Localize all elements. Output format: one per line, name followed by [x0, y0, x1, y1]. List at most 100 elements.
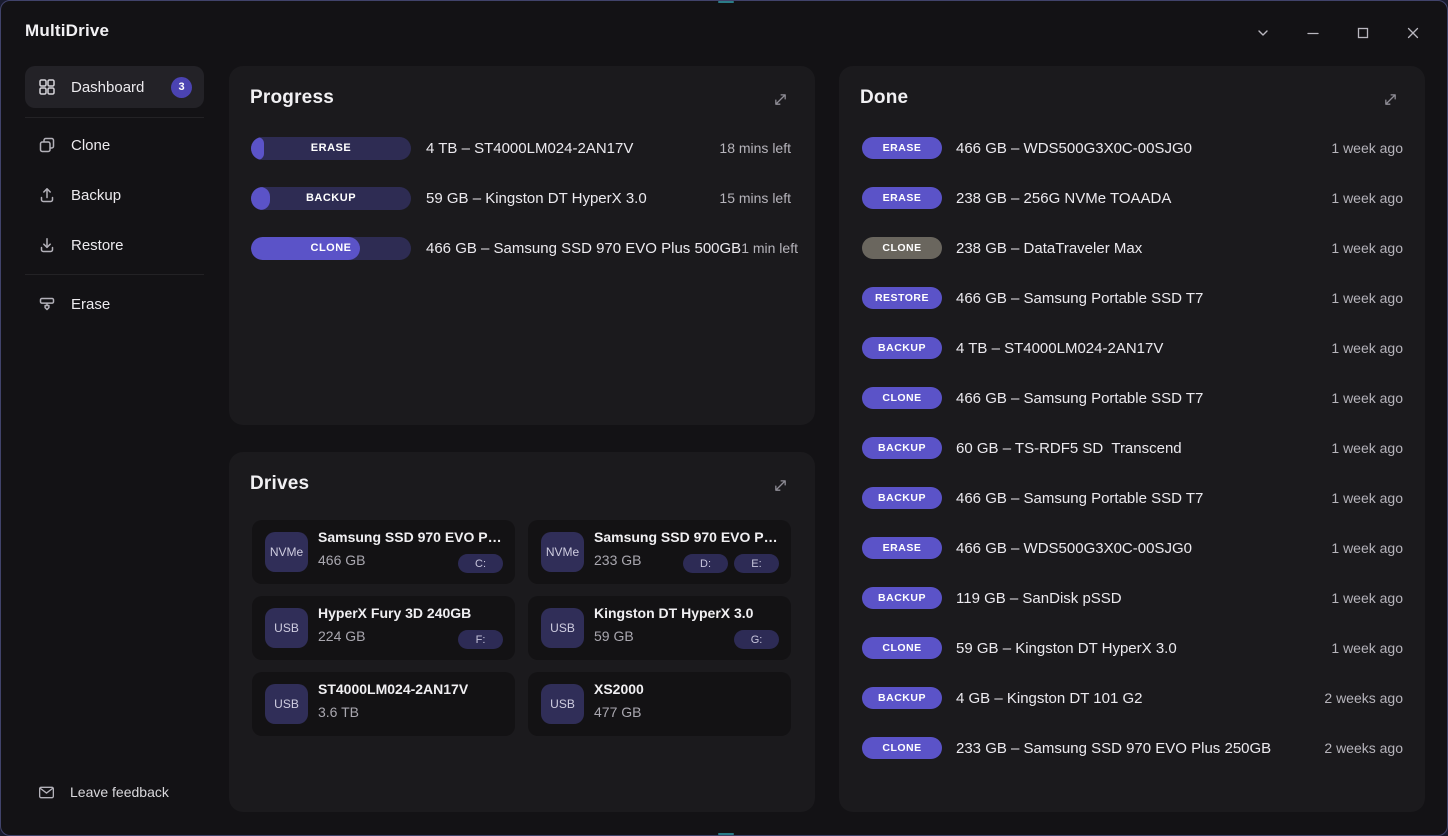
progress-row: CLONE 466 GB – Samsung SSD 970 EVO Plus …	[251, 223, 791, 273]
sidebar-divider	[25, 274, 204, 275]
completed-time: 1 week ago	[1331, 640, 1403, 656]
completed-time: 2 weeks ago	[1324, 740, 1403, 756]
drive-name: 466 GB – Samsung Portable SSD T7	[956, 490, 1203, 507]
drive-letters: D: E:	[683, 554, 779, 573]
progress-panel: Progress ERASE 4 TB – ST4000LM024-2AN17V…	[229, 66, 815, 425]
drive-card[interactable]: NVMe Samsung SSD 970 EVO Pl… 466 GB C:	[252, 520, 515, 584]
dashboard-count-badge: 3	[171, 77, 192, 98]
drive-letter-pill: E:	[734, 554, 779, 573]
completed-time: 1 week ago	[1331, 490, 1403, 506]
done-row: BACKUP 4 GB – Kingston DT 101 G2 2 weeks…	[862, 673, 1403, 723]
drive-letters: G:	[734, 630, 779, 649]
bus-type-badge: NVMe	[265, 532, 308, 572]
drive-letters: F:	[458, 630, 503, 649]
drive-card[interactable]: USB Kingston DT HyperX 3.0 59 GB G:	[528, 596, 791, 660]
drive-card[interactable]: USB HyperX Fury 3D 240GB 224 GB F:	[252, 596, 515, 660]
drive-name: 4 TB – ST4000LM024-2AN17V	[956, 340, 1163, 357]
drive-letter-pill: C:	[458, 554, 503, 573]
maximize-icon	[1355, 25, 1371, 41]
sidebar-item-label: Clone	[71, 137, 110, 154]
operation-type-pill: BACKUP	[862, 687, 942, 709]
progress-row: BACKUP 59 GB – Kingston DT HyperX 3.0 15…	[251, 173, 791, 223]
clone-copy-icon	[37, 135, 57, 155]
operation-progress-bar: BACKUP	[251, 187, 411, 210]
drive-name: 466 GB – Samsung SSD 970 EVO Plus 500GB	[426, 240, 741, 257]
drive-size: 466 GB	[318, 552, 365, 568]
done-row: ERASE 238 GB – 256G NVMe TOAADA 1 week a…	[862, 173, 1403, 223]
done-expand-button[interactable]	[1381, 91, 1399, 109]
completed-time: 1 week ago	[1331, 540, 1403, 556]
app-title: MultiDrive	[25, 21, 109, 41]
mail-envelope-icon	[37, 783, 56, 802]
expand-diagonal-icon	[772, 91, 789, 108]
drive-name: 233 GB – Samsung SSD 970 EVO Plus 250GB	[956, 740, 1271, 757]
leave-feedback-label: Leave feedback	[70, 784, 169, 800]
operation-type-label: CLONE	[251, 237, 411, 260]
sidebar-item-clone[interactable]: Clone	[25, 125, 204, 165]
done-row: CLONE 233 GB – Samsung SSD 970 EVO Plus …	[862, 723, 1403, 773]
drive-name: 466 GB – Samsung Portable SSD T7	[956, 290, 1203, 307]
expand-diagonal-icon	[1382, 91, 1399, 108]
drive-card[interactable]: USB ST4000LM024-2AN17V 3.6 TB	[252, 672, 515, 736]
window-controls	[1233, 13, 1433, 53]
progress-panel-title: Progress	[250, 87, 334, 109]
sidebar-item-backup[interactable]: Backup	[25, 175, 204, 215]
bus-type-badge: USB	[541, 608, 584, 648]
drive-model-name: Kingston DT HyperX 3.0	[594, 605, 753, 621]
sidebar-item-dashboard[interactable]: Dashboard 3	[25, 66, 204, 108]
dashboard-grid-icon	[37, 77, 57, 97]
leave-feedback-button[interactable]: Leave feedback	[25, 772, 204, 812]
bus-type-badge: USB	[541, 684, 584, 724]
time-left: 1 min left	[741, 240, 798, 256]
drive-size: 3.6 TB	[318, 704, 359, 720]
operation-type-label: ERASE	[251, 137, 411, 160]
bus-type-badge: NVMe	[541, 532, 584, 572]
drives-expand-button[interactable]	[771, 477, 789, 495]
drive-model-name: Samsung SSD 970 EVO Pl…	[594, 529, 780, 545]
drive-name: 59 GB – Kingston DT HyperX 3.0	[426, 190, 647, 207]
drive-letter-pill: D:	[683, 554, 728, 573]
backup-upload-icon	[37, 185, 57, 205]
drives-panel-title: Drives	[250, 473, 309, 495]
app-window: MultiDrive Dashboard 3 Clone	[0, 0, 1448, 836]
done-panel: Done ERASE 466 GB – WDS500G3X0C-00SJG0 1…	[839, 66, 1425, 812]
sidebar-item-label: Dashboard	[71, 79, 144, 96]
sidebar-item-label: Backup	[71, 187, 121, 204]
operation-type-pill: CLONE	[862, 237, 942, 259]
expand-diagonal-icon	[772, 477, 789, 494]
drive-name: 4 TB – ST4000LM024-2AN17V	[426, 140, 633, 157]
drive-name: 119 GB – SanDisk pSSD	[956, 590, 1122, 607]
minimize-button[interactable]	[1293, 13, 1333, 53]
sidebar-item-label: Erase	[71, 296, 110, 313]
completed-time: 1 week ago	[1331, 290, 1403, 306]
done-row: BACKUP 466 GB – Samsung Portable SSD T7 …	[862, 473, 1403, 523]
drives-panel: Drives NVMe Samsung SSD 970 EVO Pl… 466 …	[229, 452, 815, 812]
operation-type-pill: BACKUP	[862, 337, 942, 359]
completed-time: 2 weeks ago	[1324, 690, 1403, 706]
sidebar-divider	[25, 117, 204, 118]
operation-type-pill: CLONE	[862, 737, 942, 759]
drive-card[interactable]: USB XS2000 477 GB	[528, 672, 791, 736]
drive-name: 466 GB – WDS500G3X0C-00SJG0	[956, 540, 1192, 557]
screen-artifact	[718, 833, 734, 835]
completed-time: 1 week ago	[1331, 390, 1403, 406]
collapse-window-button[interactable]	[1243, 13, 1283, 53]
drive-card[interactable]: NVMe Samsung SSD 970 EVO Pl… 233 GB D:E:	[528, 520, 791, 584]
drive-model-name: HyperX Fury 3D 240GB	[318, 605, 471, 621]
erase-wiper-icon	[37, 294, 57, 314]
maximize-button[interactable]	[1343, 13, 1383, 53]
drive-model-name: Samsung SSD 970 EVO Pl…	[318, 529, 504, 545]
operation-progress-bar: ERASE	[251, 137, 411, 160]
done-row: CLONE 238 GB – DataTraveler Max 1 week a…	[862, 223, 1403, 273]
operation-type-pill: BACKUP	[862, 437, 942, 459]
progress-expand-button[interactable]	[771, 91, 789, 109]
sidebar-item-erase[interactable]: Erase	[25, 284, 204, 324]
operation-type-pill: BACKUP	[862, 587, 942, 609]
progress-row: ERASE 4 TB – ST4000LM024-2AN17V 18 mins …	[251, 123, 791, 173]
sidebar-item-restore[interactable]: Restore	[25, 225, 204, 265]
operation-type-pill: CLONE	[862, 637, 942, 659]
sidebar-item-label: Restore	[71, 237, 124, 254]
close-window-button[interactable]	[1393, 13, 1433, 53]
drive-letter-pill: G:	[734, 630, 779, 649]
chevron-down-icon	[1255, 25, 1271, 41]
